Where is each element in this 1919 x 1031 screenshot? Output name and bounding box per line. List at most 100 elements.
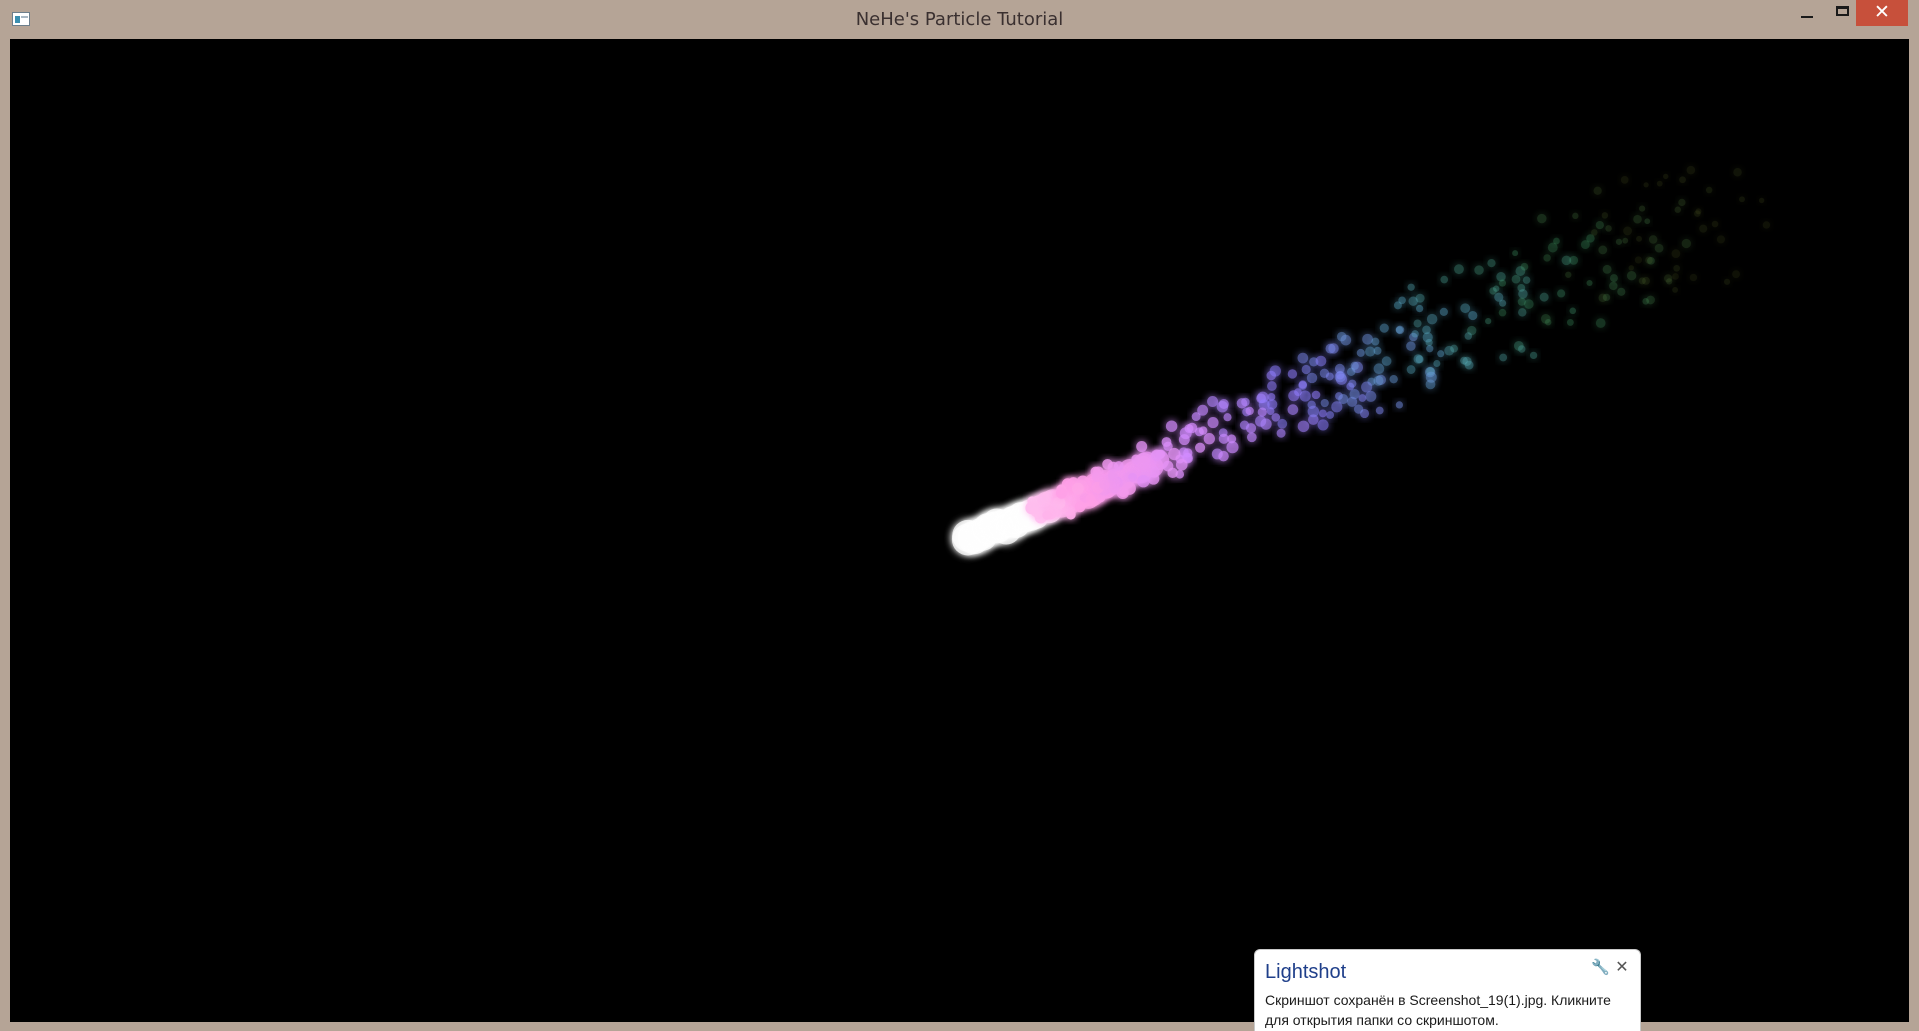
particle	[1223, 413, 1232, 422]
particle	[1227, 434, 1237, 444]
particle	[1297, 420, 1310, 433]
particle	[1426, 345, 1434, 353]
maximize-button[interactable]	[1825, 0, 1859, 26]
particle	[1348, 379, 1357, 388]
particle	[1297, 352, 1309, 364]
particle	[1165, 420, 1178, 432]
particle	[1055, 487, 1068, 499]
particle	[1674, 206, 1681, 213]
particle	[1373, 363, 1385, 375]
particle	[1695, 208, 1702, 215]
particle	[1207, 395, 1219, 407]
title-bar[interactable]: NeHe's Particle Tutorial ✕	[0, 0, 1919, 39]
particle	[1705, 186, 1713, 194]
particle	[1474, 265, 1484, 275]
particle	[1052, 496, 1066, 510]
particle	[1107, 471, 1118, 481]
particle	[1349, 388, 1360, 400]
particle	[1257, 407, 1267, 417]
particle	[1198, 426, 1208, 435]
particle	[1493, 285, 1500, 292]
particle	[1639, 205, 1646, 212]
particle	[1389, 374, 1398, 384]
particle	[1464, 332, 1473, 340]
particle	[1595, 220, 1604, 230]
particle	[1318, 409, 1327, 418]
minimize-button[interactable]	[1790, 0, 1824, 26]
wrench-icon[interactable]: 🔧	[1591, 959, 1610, 977]
particle	[1645, 256, 1653, 264]
particle	[1648, 235, 1658, 244]
minimize-icon	[1801, 16, 1813, 18]
particle	[1356, 348, 1365, 357]
particle	[1654, 243, 1664, 253]
particle	[1733, 168, 1742, 177]
particle	[1595, 318, 1606, 328]
particle	[1623, 226, 1632, 236]
particle	[1072, 482, 1084, 495]
particle	[1136, 441, 1148, 453]
particle	[1699, 224, 1708, 233]
particle	[1255, 415, 1267, 427]
particle	[1672, 287, 1678, 293]
particle	[1167, 467, 1178, 479]
particle	[1361, 381, 1373, 393]
opengl-viewport[interactable]	[10, 39, 1909, 1022]
particle	[1678, 198, 1686, 207]
particle	[1433, 360, 1441, 368]
particle	[1620, 176, 1629, 184]
particle	[1634, 256, 1642, 264]
particle	[1724, 278, 1731, 285]
particle	[1539, 292, 1549, 302]
particle	[1494, 292, 1504, 302]
particle	[1306, 372, 1318, 384]
particle	[1371, 337, 1380, 346]
close-icon[interactable]: ✕	[1613, 958, 1631, 976]
lightshot-notification[interactable]: Lightshot 🔧 ✕ Скриншот сохранён в Screen…	[1254, 949, 1641, 1031]
particle	[1591, 229, 1598, 236]
particle	[1450, 344, 1459, 353]
particle	[1406, 365, 1416, 374]
particle	[1161, 437, 1172, 447]
particle	[1277, 418, 1288, 429]
particle	[1025, 501, 1038, 515]
particle	[1287, 369, 1298, 379]
particle	[1609, 281, 1618, 291]
particle	[1460, 303, 1471, 314]
close-button[interactable]: ✕	[1856, 0, 1908, 26]
particle	[1362, 333, 1373, 345]
particle	[1197, 404, 1209, 416]
particle	[1485, 318, 1492, 325]
particle	[1656, 180, 1663, 187]
particle	[1395, 401, 1403, 409]
particle	[1517, 297, 1526, 306]
particle	[1673, 264, 1680, 272]
particle	[1598, 245, 1608, 255]
particle	[1085, 494, 1096, 504]
particle	[1325, 343, 1336, 354]
particle	[1109, 483, 1120, 494]
particle	[1415, 304, 1424, 313]
particle	[1569, 307, 1577, 315]
notification-message[interactable]: Скриншот сохранён в Screenshot_19(1).jpg…	[1265, 990, 1637, 1030]
particle	[1407, 283, 1415, 291]
particle	[1605, 225, 1612, 232]
particle	[1365, 346, 1376, 357]
particle	[1547, 242, 1558, 253]
particle	[1325, 372, 1334, 381]
particle	[1334, 363, 1345, 374]
particle	[1565, 271, 1572, 278]
particle	[1681, 238, 1691, 249]
particle	[1307, 405, 1320, 418]
particle	[1276, 428, 1286, 438]
particle	[1090, 466, 1101, 477]
particle	[1586, 280, 1593, 287]
particle	[1336, 331, 1347, 342]
particle	[1716, 235, 1725, 244]
particle	[1628, 265, 1634, 271]
particle	[1636, 235, 1642, 242]
particle	[1425, 371, 1437, 383]
particle	[1518, 345, 1526, 353]
particle	[1663, 173, 1669, 180]
particle	[1326, 411, 1335, 419]
